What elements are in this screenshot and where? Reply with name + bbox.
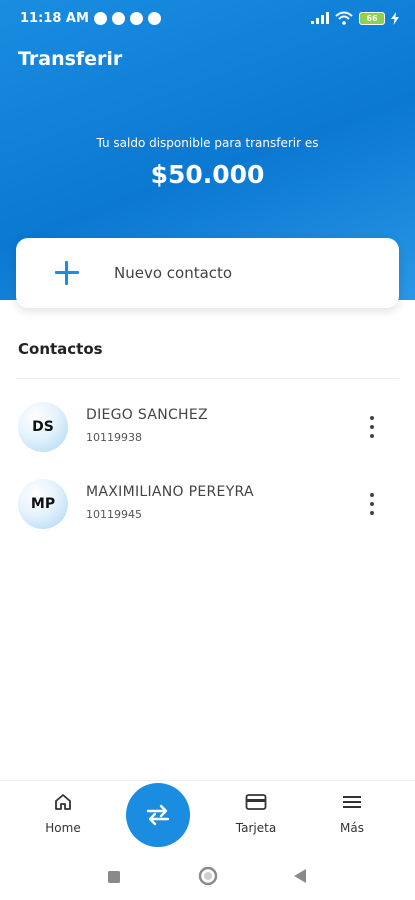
contacts-title: Contactos	[18, 340, 103, 358]
contact-list: DS DIEGO SANCHEZ 10119938 MP MAXIMILIANO…	[0, 398, 415, 552]
transfer-arrows-icon	[146, 804, 170, 826]
nav-label-card: Tarjeta	[235, 821, 277, 835]
alarm-icon	[93, 11, 107, 25]
new-contact-button[interactable]: Nuevo contacto	[16, 238, 399, 308]
nav-label-home: Home	[45, 821, 81, 835]
contact-account: 10119945	[86, 508, 142, 521]
home-icon	[28, 791, 98, 813]
balance-amount: $50.000	[150, 160, 265, 189]
mail-icon	[129, 11, 143, 25]
new-contact-label: Nuevo contacto	[114, 264, 233, 282]
card-icon	[221, 791, 291, 813]
notification-icon	[111, 11, 125, 25]
status-left: 11:18 AM	[20, 11, 161, 26]
nav-item-more[interactable]: Más	[317, 791, 387, 835]
contact-row[interactable]: MP MAXIMILIANO PEREYRA 10119945	[0, 475, 415, 552]
charging-icon	[391, 11, 399, 25]
more-options-icon[interactable]	[364, 493, 380, 515]
status-bar: 11:18 AM 66	[0, 0, 415, 36]
battery-icon: 66	[359, 11, 385, 25]
wifi-icon	[335, 11, 353, 25]
more-options-icon[interactable]	[364, 416, 380, 438]
plus-icon	[52, 258, 82, 288]
square-icon	[108, 871, 120, 883]
back-button[interactable]	[293, 868, 307, 888]
status-right: 66	[311, 11, 399, 25]
nav-label-more: Más	[340, 821, 364, 835]
signal-icon	[311, 12, 329, 24]
bottom-nav: Home Tarjeta Más	[0, 780, 415, 850]
contact-name: MAXIMILIANO PEREYRA	[86, 484, 254, 500]
status-time: 11:18 AM	[20, 10, 89, 26]
contact-row[interactable]: DS DIEGO SANCHEZ 10119938	[0, 398, 415, 475]
transfer-button[interactable]	[126, 783, 190, 847]
recents-button[interactable]	[107, 869, 121, 888]
balance-label: Tu saldo disponible para transferir es	[96, 136, 319, 150]
contact-account: 10119938	[86, 431, 142, 444]
back-triangle-icon	[294, 869, 306, 883]
page-title: Transferir	[18, 48, 123, 70]
avatar: MP	[18, 479, 68, 529]
nav-item-home[interactable]: Home	[28, 791, 98, 835]
nav-item-card[interactable]: Tarjeta	[221, 791, 291, 835]
avatar: DS	[18, 402, 68, 452]
menu-icon	[317, 791, 387, 813]
home-system-button[interactable]	[198, 866, 218, 890]
contact-name: DIEGO SANCHEZ	[86, 407, 208, 423]
circle-icon	[198, 866, 218, 886]
notification-icon-2	[147, 11, 161, 25]
divider	[16, 378, 399, 379]
system-navigation-bar	[0, 850, 415, 900]
